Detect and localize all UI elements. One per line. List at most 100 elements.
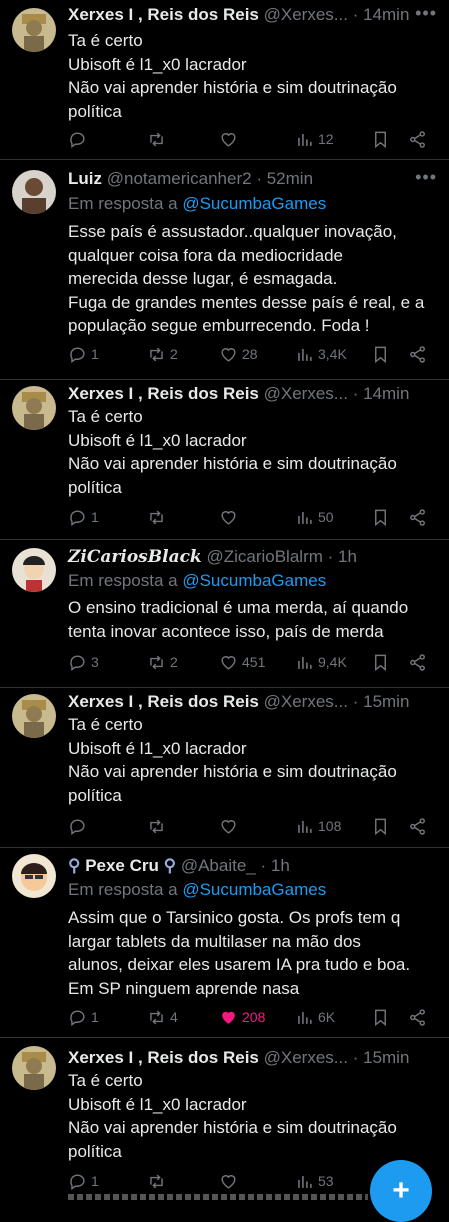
- handle[interactable]: @ZicarioBlalrm: [206, 547, 322, 566]
- avatar-cartoon[interactable]: [12, 854, 56, 898]
- views-icon: [298, 348, 312, 361]
- pin-icon: ⚲: [158, 856, 177, 875]
- timestamp[interactable]: 15min: [363, 1048, 409, 1067]
- mention-link[interactable]: @SucumbaGames: [182, 880, 326, 899]
- avatar-user[interactable]: [12, 170, 56, 214]
- compose-button[interactable]: +: [370, 1160, 432, 1222]
- text-line: alunos, deixar eles usarem IA pra tudo e…: [68, 955, 411, 974]
- mention-link[interactable]: @SucumbaGames: [182, 571, 326, 590]
- share-button[interactable]: [408, 506, 427, 528]
- bookmark-button[interactable]: [371, 815, 390, 837]
- reply-button[interactable]: 3: [68, 651, 99, 673]
- display-name[interactable]: Xerxes I , Reis dos Reis: [68, 5, 259, 24]
- view-count: 50: [318, 509, 334, 525]
- tweet[interactable]: Luiz @notamericanher2 · 52min ••• Em res…: [0, 160, 449, 380]
- reply-button[interactable]: 1: [68, 506, 99, 528]
- text-line: Ubisoft é l1_x0 lacrador: [68, 1094, 247, 1114]
- timestamp[interactable]: 15min: [363, 692, 409, 711]
- handle[interactable]: @Abaite_: [181, 856, 256, 875]
- reply-button[interactable]: 1: [68, 1006, 99, 1028]
- timestamp[interactable]: 52min: [267, 169, 313, 188]
- reply-icon: [70, 818, 85, 835]
- like-button[interactable]: [219, 815, 242, 837]
- handle[interactable]: @Xerxes...: [264, 1048, 348, 1067]
- like-button[interactable]: 28: [219, 343, 258, 365]
- timestamp[interactable]: 1h: [338, 547, 357, 566]
- more-options-icon[interactable]: •••: [415, 2, 437, 24]
- tweet-text: Ta é certo Ubisoft é l1_x0 lacrador Não …: [68, 29, 439, 123]
- bookmark-button[interactable]: [371, 1006, 390, 1028]
- retweet-count: 2: [170, 346, 178, 362]
- reply-icon: [70, 1173, 85, 1190]
- timestamp[interactable]: 14min: [363, 5, 409, 24]
- like-button[interactable]: [219, 1170, 242, 1192]
- reply-button[interactable]: 1: [68, 1170, 99, 1192]
- mention-link[interactable]: @SucumbaGames: [182, 194, 326, 213]
- retweet-button[interactable]: [147, 506, 170, 528]
- retweet-button[interactable]: 2: [147, 651, 178, 673]
- text-line: Ta é certo: [68, 715, 143, 734]
- bookmark-button[interactable]: [371, 343, 390, 365]
- like-button[interactable]: [219, 128, 242, 150]
- handle[interactable]: @Xerxes...: [264, 384, 348, 403]
- retweet-button[interactable]: [147, 1170, 170, 1192]
- heart-icon: [221, 347, 236, 362]
- reply-button[interactable]: [68, 128, 91, 150]
- reply-button[interactable]: 1: [68, 343, 99, 365]
- display-name[interactable]: ZiCariosBlack: [68, 547, 202, 567]
- like-button[interactable]: 208: [219, 1006, 265, 1028]
- bookmark-button[interactable]: [371, 128, 390, 150]
- views-button[interactable]: 50: [295, 506, 334, 528]
- avatar-statue[interactable]: [12, 386, 56, 430]
- share-button[interactable]: [408, 1006, 427, 1028]
- like-button[interactable]: [219, 506, 242, 528]
- avatar-statue[interactable]: [12, 694, 56, 738]
- tweet-text: Ta é certo Ubisoft é l1_x0 lacrador Não …: [68, 713, 439, 807]
- display-name[interactable]: ⚲ Pexe Cru ⚲: [68, 856, 176, 875]
- views-button[interactable]: 12: [295, 128, 334, 150]
- avatar-user[interactable]: [12, 548, 56, 592]
- timestamp[interactable]: 1h: [271, 856, 290, 875]
- reply-button[interactable]: [68, 815, 91, 837]
- action-bar: 108: [68, 815, 430, 837]
- views-button[interactable]: 6K: [295, 1006, 335, 1028]
- bookmark-button[interactable]: [371, 651, 390, 673]
- views-button[interactable]: 53: [295, 1170, 334, 1192]
- timestamp[interactable]: 14min: [363, 384, 409, 403]
- heart-icon: [221, 132, 236, 147]
- avatar-statue[interactable]: [12, 1046, 56, 1090]
- tweet[interactable]: Xerxes I , Reis dos Reis @Xerxes... · 14…: [0, 380, 449, 540]
- display-name[interactable]: Luiz: [68, 169, 102, 188]
- view-count: 53: [318, 1173, 334, 1189]
- views-button[interactable]: 108: [295, 815, 341, 837]
- share-button[interactable]: [408, 651, 427, 673]
- handle[interactable]: @notamericanher2: [107, 169, 252, 188]
- avatar-statue[interactable]: [12, 8, 56, 52]
- retweet-button[interactable]: [147, 128, 170, 150]
- views-button[interactable]: 3,4K: [295, 343, 347, 365]
- retweet-button[interactable]: 2: [147, 343, 178, 365]
- display-name[interactable]: Xerxes I , Reis dos Reis: [68, 384, 259, 403]
- reply-icon: [70, 1009, 85, 1026]
- text-line: política: [68, 477, 122, 497]
- share-button[interactable]: [408, 815, 427, 837]
- share-button[interactable]: [408, 343, 427, 365]
- view-count: 6K: [318, 1009, 336, 1025]
- retweet-button[interactable]: [147, 815, 170, 837]
- bookmark-button[interactable]: [371, 506, 390, 528]
- tweet[interactable]: Xerxes I , Reis dos Reis @Xerxes... · 15…: [0, 688, 449, 848]
- handle[interactable]: @Xerxes...: [264, 692, 348, 711]
- display-name[interactable]: Xerxes I , Reis dos Reis: [68, 692, 259, 711]
- separator: ·: [352, 1048, 359, 1067]
- handle[interactable]: @Xerxes...: [264, 5, 348, 24]
- retweet-button[interactable]: 4: [147, 1006, 178, 1028]
- share-button[interactable]: [408, 128, 427, 150]
- display-name[interactable]: Xerxes I , Reis dos Reis: [68, 1048, 259, 1067]
- views-button[interactable]: 9,4K: [295, 651, 347, 673]
- tweet[interactable]: ZiCariosBlack @ZicarioBlalrm · 1h Em res…: [0, 540, 449, 688]
- tweet[interactable]: ⚲ Pexe Cru ⚲ @Abaite_ · 1h Em resposta a…: [0, 848, 449, 1038]
- tweet[interactable]: Xerxes I , Reis dos Reis @Xerxes... · 14…: [0, 0, 449, 160]
- action-bar: 12: [68, 128, 430, 150]
- more-options-icon[interactable]: •••: [415, 166, 437, 188]
- like-button[interactable]: 451: [219, 651, 265, 673]
